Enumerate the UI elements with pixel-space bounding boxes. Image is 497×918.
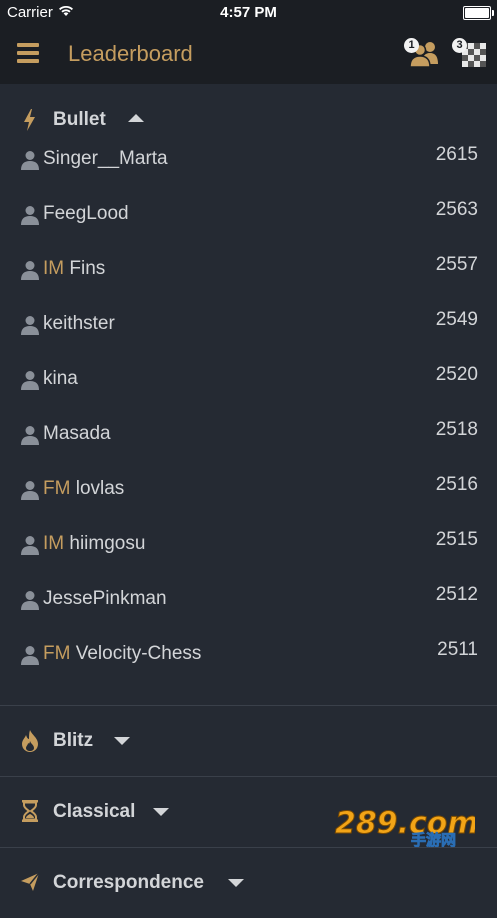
app-header: Leaderboard 1 3 [0, 26, 497, 84]
page-title: Leaderboard [68, 41, 193, 66]
player-name: FM lovlas [43, 478, 124, 500]
player-rating: 2515 [435, 529, 478, 550]
lightning-icon [24, 109, 35, 131]
correspondence-section-header[interactable]: Correspondence [0, 848, 497, 918]
player-row[interactable]: Singer__Marta 2615 [0, 141, 497, 196]
player-rating: 2563 [435, 199, 478, 220]
blitz-section-header[interactable]: Blitz [0, 706, 497, 776]
player-rating: 2615 [435, 144, 478, 165]
friends-button[interactable]: 1 [404, 38, 440, 68]
player-name: IM hiimgosu [43, 533, 145, 555]
correspondence-section-label: Correspondence [53, 872, 204, 893]
user-icon [21, 316, 39, 335]
status-bar: Carrier 4:57 PM [0, 0, 497, 26]
menu-icon[interactable] [17, 43, 39, 63]
player-row[interactable]: keithster 2549 [0, 306, 497, 361]
user-icon [21, 261, 39, 280]
player-title: IM [43, 533, 65, 554]
player-row[interactable]: Masada 2518 [0, 416, 497, 471]
chevron-down-icon [153, 808, 169, 816]
watermark-logo: 289.com 手游网 [335, 806, 476, 848]
player-title: FM [43, 478, 71, 499]
battery-icon [463, 6, 494, 20]
chevron-down-icon [228, 879, 244, 887]
player-username: Singer__Marta [43, 148, 168, 169]
player-row[interactable]: FM lovlas 2516 [0, 471, 497, 526]
player-rating: 2518 [435, 419, 478, 440]
player-username: Masada [43, 423, 111, 444]
player-username: kina [43, 368, 78, 389]
user-icon [21, 206, 39, 225]
player-name: JessePinkman [43, 588, 167, 610]
user-icon [21, 481, 39, 500]
player-row[interactable]: JessePinkman 2512 [0, 581, 497, 636]
player-row[interactable]: kina 2520 [0, 361, 497, 416]
player-name: FeegLood [43, 203, 129, 225]
player-row[interactable]: IM Fins 2557 [0, 251, 497, 306]
user-icon [21, 426, 39, 445]
classical-section-label: Classical [53, 801, 136, 822]
player-name: Masada [43, 423, 111, 445]
friends-badge: 1 [404, 38, 419, 53]
player-username: Fins [69, 258, 106, 279]
player-rating: 2512 [435, 584, 478, 605]
player-username: Velocity-Chess [75, 643, 202, 664]
user-icon [21, 536, 39, 555]
player-row[interactable]: FeegLood 2563 [0, 196, 497, 251]
player-username: hiimgosu [69, 533, 146, 554]
player-username: JessePinkman [43, 588, 167, 609]
player-name: IM Fins [43, 258, 105, 280]
player-rating: 2516 [435, 474, 478, 495]
player-name: keithster [43, 313, 115, 335]
player-name: FM Velocity-Chess [43, 643, 201, 665]
hourglass-icon [22, 800, 38, 822]
chevron-up-icon [128, 114, 144, 122]
flame-icon [22, 730, 38, 752]
watermark-sub-text: 手游网 [411, 831, 456, 847]
user-icon [21, 151, 39, 170]
player-row[interactable]: FM Velocity-Chess 2511 [0, 636, 497, 691]
paper-plane-icon [21, 872, 40, 891]
player-username: keithster [43, 313, 115, 334]
chevron-down-icon [114, 737, 130, 745]
games-button[interactable]: 3 [452, 38, 488, 68]
user-icon [21, 646, 39, 665]
user-icon [21, 371, 39, 390]
bullet-section-label: Bullet [53, 109, 106, 130]
player-rating: 2549 [435, 309, 478, 330]
blitz-section-label: Blitz [53, 730, 94, 751]
player-row[interactable]: IM hiimgosu 2515 [0, 526, 497, 581]
player-name: Singer__Marta [43, 148, 168, 170]
player-username: lovlas [75, 478, 125, 499]
player-rating: 2520 [435, 364, 478, 385]
games-badge: 3 [452, 38, 467, 53]
user-icon [21, 591, 39, 610]
status-time: 4:57 PM [220, 4, 277, 21]
player-rating: 2557 [435, 254, 478, 275]
player-title: IM [43, 258, 65, 279]
player-username: FeegLood [43, 203, 129, 224]
player-rating: 2511 [437, 639, 478, 660]
player-name: kina [43, 368, 78, 390]
bullet-section: Bullet Singer__Marta 2615 FeegLood 2563 … [0, 84, 497, 704]
player-title: FM [43, 643, 71, 664]
